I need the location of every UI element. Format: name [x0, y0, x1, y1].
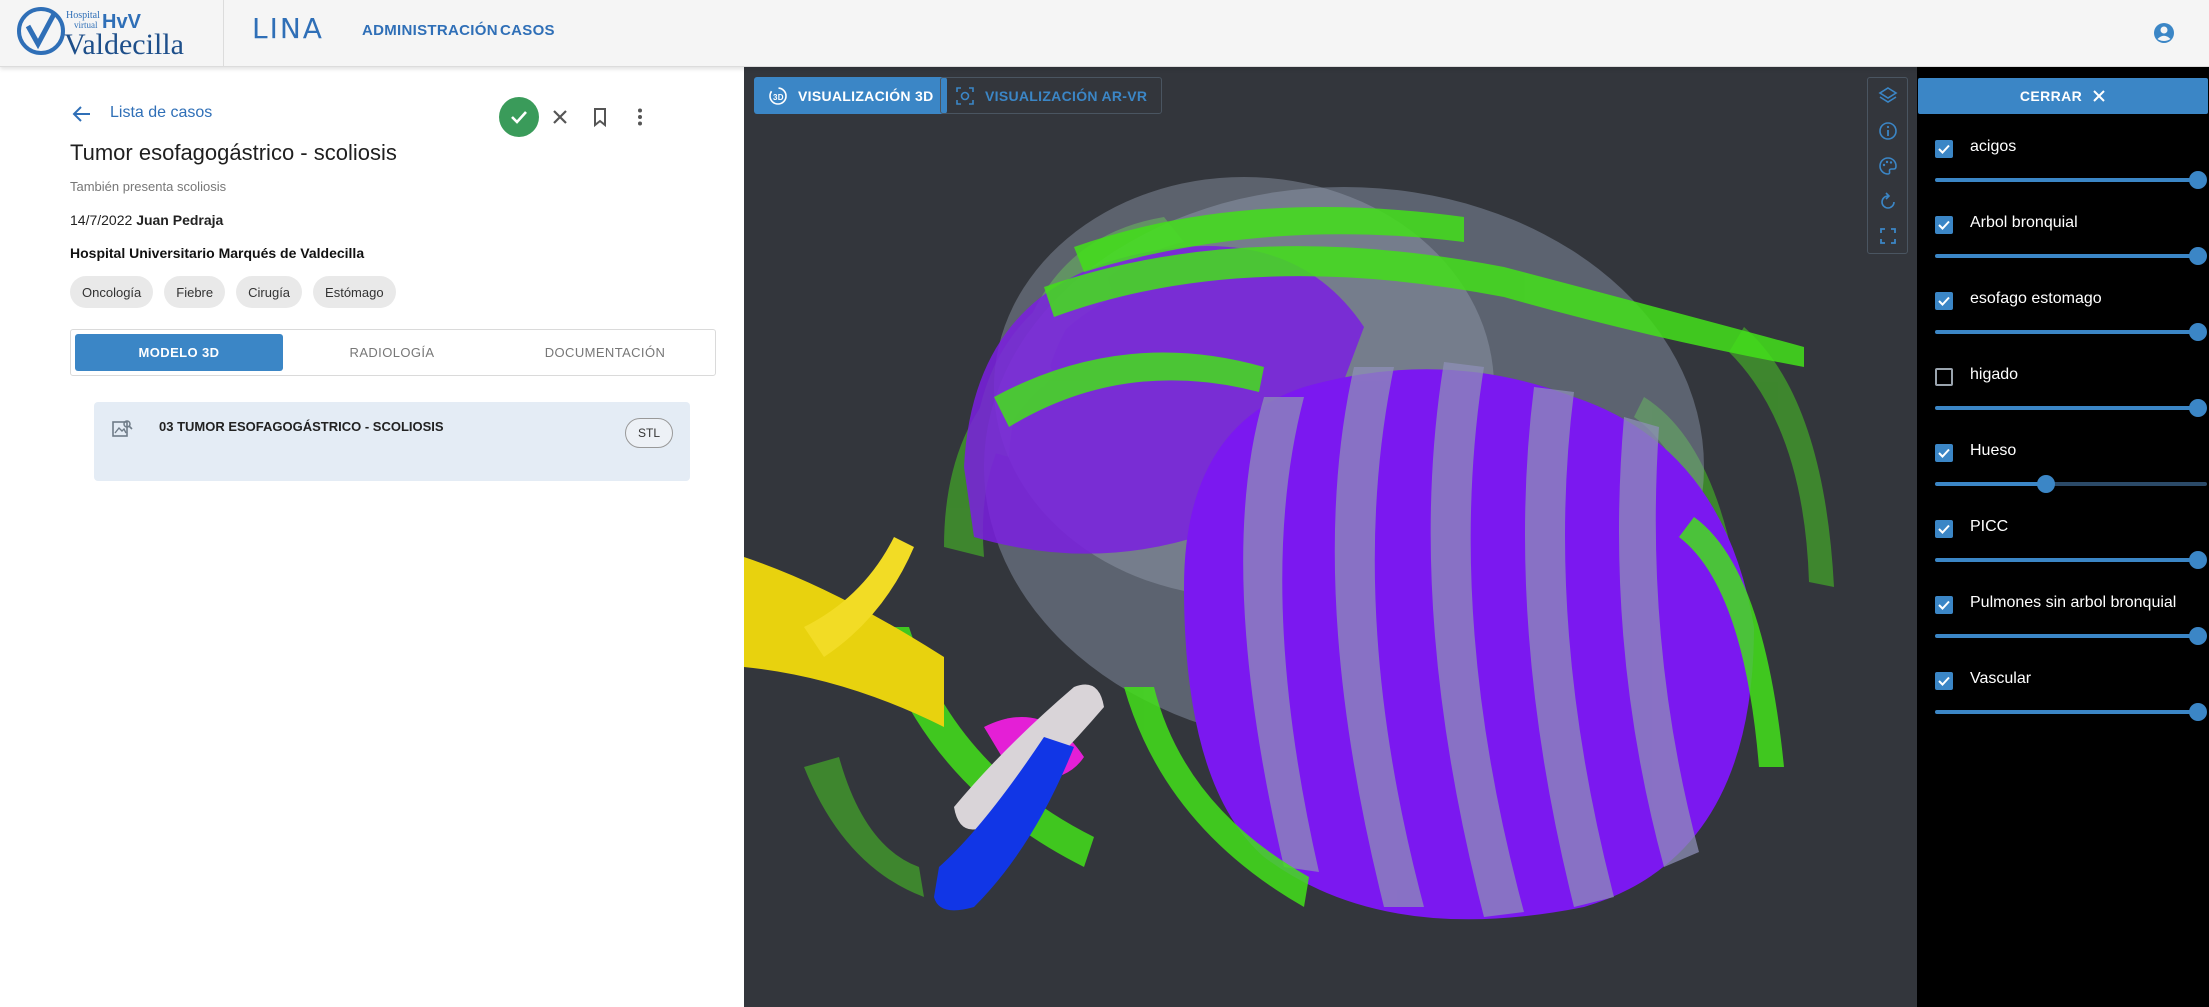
layers-icon[interactable]: [1877, 85, 1899, 107]
logo-divider: [223, 0, 224, 67]
info-icon[interactable]: [1877, 120, 1899, 142]
opacity-slider-rest[interactable]: [2045, 482, 2207, 486]
layer-visibility-checkbox[interactable]: [1935, 672, 1953, 690]
case-tabs: MODELO 3D RADIOLOGÍA DOCUMENTACIÓN: [70, 329, 716, 376]
tag-chip[interactable]: Cirugía: [236, 276, 303, 308]
tag-list: Oncología Fiebre Cirugía Estómago: [70, 276, 396, 308]
opacity-slider-track[interactable]: [1935, 482, 2046, 486]
case-detail-panel: Lista de casos Tumor esofagogástrico - s…: [0, 67, 744, 1007]
svg-text:3D: 3D: [773, 93, 784, 102]
tag-chip[interactable]: Estómago: [313, 276, 396, 308]
tab-documentacion[interactable]: DOCUMENTACIÓN: [501, 334, 709, 371]
close-icon[interactable]: [549, 106, 571, 128]
tab-modelo-3d[interactable]: MODELO 3D: [75, 334, 283, 371]
opacity-slider-track[interactable]: [1935, 406, 2198, 410]
fullscreen-icon[interactable]: [1877, 225, 1899, 247]
svg-text:Valdecilla: Valdecilla: [64, 28, 184, 61]
more-vert-icon[interactable]: [629, 106, 651, 128]
layer-name: Hueso: [1970, 442, 2017, 459]
arrow-back-icon[interactable]: [71, 103, 93, 125]
opacity-slider-track[interactable]: [1935, 710, 2198, 714]
account-circle-icon[interactable]: [2152, 21, 2176, 45]
viewer-toolbar: [1867, 77, 1908, 254]
app-name[interactable]: LINA: [252, 12, 324, 45]
layer-visibility-checkbox[interactable]: [1935, 596, 1953, 614]
layer-name: higado: [1970, 366, 2019, 383]
3d-viewer[interactable]: 3D VISUALIZACIÓN 3D VISUALIZACIÓN AR-VR: [744, 67, 1917, 1007]
reset-view-icon[interactable]: [1877, 190, 1899, 212]
opacity-slider-track[interactable]: [1935, 330, 2198, 334]
case-title: Tumor esofagogástrico - scoliosis: [70, 140, 397, 165]
anatomy-3d-model[interactable]: [744, 67, 1917, 1007]
3d-rotation-icon: 3D: [769, 86, 787, 105]
opacity-slider-track[interactable]: [1935, 254, 2198, 258]
ar-scan-icon: [956, 86, 974, 105]
layer-row: Hueso: [1917, 438, 2209, 514]
opacity-slider-track[interactable]: [1935, 634, 2198, 638]
image-search-icon: [111, 418, 133, 440]
layer-visibility-checkbox[interactable]: [1935, 368, 1953, 386]
layer-visibility-checkbox[interactable]: [1935, 140, 1953, 158]
bookmark-icon[interactable]: [589, 106, 611, 128]
case-author: Juan Pedraja: [136, 212, 224, 228]
layer-visibility-checkbox[interactable]: [1935, 292, 1953, 310]
opacity-slider-thumb[interactable]: [2189, 551, 2207, 569]
hospital-logo[interactable]: Hospital virtual HvV Valdecilla: [14, 4, 224, 62]
close-layers-button[interactable]: CERRAR: [1918, 78, 2208, 114]
tab-radiologia[interactable]: RADIOLOGÍA: [288, 334, 496, 371]
opacity-slider-thumb[interactable]: [2189, 323, 2207, 341]
layer-row: PICC: [1917, 514, 2209, 590]
tab-visualizacion-ar-vr-label: VISUALIZACIÓN AR-VR: [985, 87, 1148, 104]
case-meta: 14/7/2022 Juan Pedraja: [70, 212, 223, 228]
layer-row: Pulmones sin arbol bronquial: [1917, 590, 2209, 666]
opacity-slider-thumb[interactable]: [2036, 475, 2055, 493]
tab-visualizacion-ar-vr[interactable]: VISUALIZACIÓN AR-VR: [940, 77, 1163, 114]
layer-name: Vascular: [1970, 670, 2032, 687]
layer-name: Pulmones sin arbol bronquial: [1970, 594, 2177, 611]
layer-name: PICC: [1970, 518, 2009, 535]
opacity-slider-thumb[interactable]: [2189, 627, 2207, 645]
case-subtitle: También presenta scoliosis: [70, 179, 227, 194]
opacity-slider-thumb[interactable]: [2189, 247, 2207, 265]
layer-row: acigos: [1917, 134, 2209, 210]
layer-name: acigos: [1970, 138, 2017, 155]
tab-visualizacion-3d[interactable]: 3D VISUALIZACIÓN 3D: [754, 77, 948, 114]
opacity-slider-thumb[interactable]: [2189, 171, 2207, 189]
check-icon: [511, 111, 527, 124]
approve-button[interactable]: [499, 97, 539, 137]
opacity-slider-thumb[interactable]: [2189, 399, 2207, 417]
tab-visualizacion-3d-label: VISUALIZACIÓN 3D: [798, 87, 934, 104]
close-icon: [2093, 90, 2105, 102]
layer-name: esofago estomago: [1970, 290, 2102, 307]
case-date: 14/7/2022: [70, 212, 133, 228]
tag-chip[interactable]: Oncología: [70, 276, 154, 308]
top-bar: Hospital virtual HvV Valdecilla LINA ADM…: [0, 0, 2209, 67]
layer-visibility-checkbox[interactable]: [1935, 444, 1953, 462]
opacity-slider-track[interactable]: [1935, 558, 2198, 562]
case-hospital: Hospital Universitario Marqués de Valdec…: [70, 245, 365, 261]
layer-row: esofago estomago: [1917, 286, 2209, 362]
file-format-badge: STL: [625, 418, 674, 448]
model-file-name: 03 TUMOR ESOFAGOGÁSTRICO - SCOLIOSIS: [159, 419, 444, 434]
back-to-case-list-link[interactable]: Lista de casos: [110, 104, 212, 122]
layer-visibility-checkbox[interactable]: [1935, 520, 1953, 538]
layers-panel: CERRAR acigos Arbol bronquial esofago esto…: [1917, 67, 2209, 1007]
opacity-slider-thumb[interactable]: [2189, 703, 2207, 721]
palette-icon[interactable]: [1877, 155, 1899, 177]
layer-row: Arbol bronquial: [1917, 210, 2209, 286]
layer-row: Vascular: [1917, 666, 2209, 742]
layer-name: Arbol bronquial: [1970, 214, 2078, 231]
nav-casos[interactable]: CASOS: [500, 22, 555, 39]
layer-visibility-checkbox[interactable]: [1935, 216, 1953, 234]
opacity-slider-track[interactable]: [1935, 178, 2198, 182]
tag-chip[interactable]: Fiebre: [164, 276, 226, 308]
model-file-item[interactable]: 03 TUMOR ESOFAGOGÁSTRICO - SCOLIOSIS STL: [94, 402, 690, 481]
nav-administracion[interactable]: ADMINISTRACIÓN: [362, 22, 498, 39]
close-layers-label: CERRAR: [2019, 88, 2083, 104]
layer-row: higado: [1917, 362, 2209, 438]
